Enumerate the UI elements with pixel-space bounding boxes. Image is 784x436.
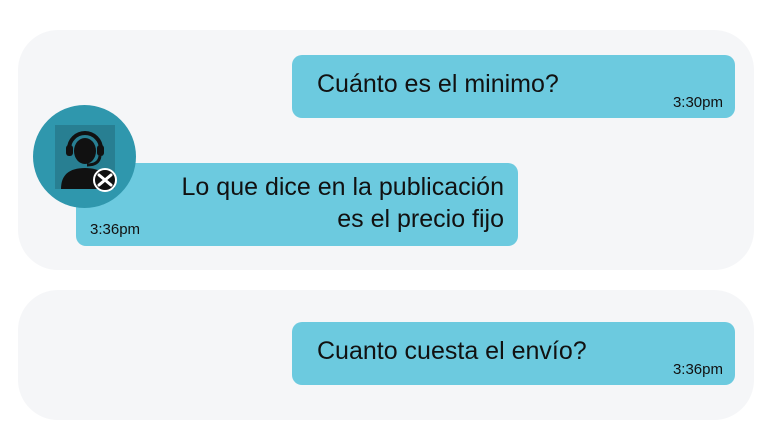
- message-text: Cuanto cuesta el envío?: [317, 337, 587, 365]
- message-timestamp: 3:36pm: [90, 221, 141, 238]
- outgoing-message-bubble[interactable]: Cuánto es el minimo? 3:30pm: [292, 55, 735, 118]
- incoming-message-bubble[interactable]: Lo que dice en la publicación es el prec…: [76, 163, 518, 246]
- message-timestamp: 3:36pm: [672, 361, 723, 378]
- message-text: Lo que dice en la publicación es el prec…: [124, 171, 504, 235]
- outgoing-message-bubble[interactable]: Cuanto cuesta el envío? 3:36pm: [292, 322, 735, 385]
- agent-avatar[interactable]: [33, 105, 136, 208]
- message-timestamp: 3:30pm: [672, 94, 723, 111]
- message-text: Cuánto es el minimo?: [317, 70, 559, 98]
- message-text-line-1: Lo que dice en la publicación: [181, 173, 504, 201]
- message-text-line-2: es el precio fijo: [337, 205, 504, 233]
- support-agent-icon: [55, 125, 117, 192]
